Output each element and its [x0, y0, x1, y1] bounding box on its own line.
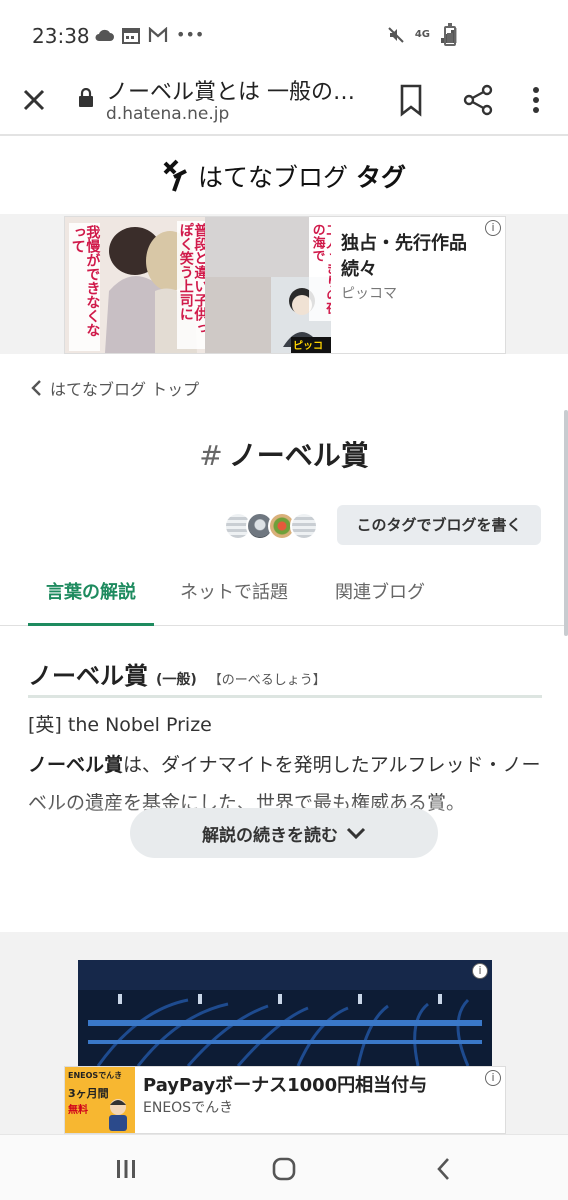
close-icon[interactable]: [16, 82, 52, 118]
ad-info-icon[interactable]: i: [472, 963, 488, 979]
read-more-button[interactable]: 解説の続きを読む: [130, 808, 438, 858]
manga-brand-label: ピッコマ: [291, 337, 331, 353]
eneos-thumbnail[interactable]: ENEOSでんき 3ヶ月間 無料: [65, 1067, 135, 1133]
lock-icon: [79, 88, 93, 107]
ad-manga-image[interactable]: 我慢ができなくなって 普段と違い子供っぽく笑う上司に 二人っきりの夜の海で ピッ…: [65, 217, 331, 353]
status-time: 23:38: [32, 24, 90, 48]
chevron-left-icon: [31, 380, 41, 396]
page-title-text[interactable]: ノーベル賞とは 一般の…: [106, 74, 376, 106]
active-tab-indicator: [28, 623, 154, 626]
manga-caption-3: 二人っきりの夜の海で: [309, 221, 331, 321]
eneos-thumb-period: 3ヶ月間: [68, 1087, 109, 1100]
server-room-image: [78, 960, 492, 1066]
write-blog-button[interactable]: このタグでブログを書く: [337, 505, 541, 545]
ad-top-card[interactable]: 我慢ができなくなって 普段と違い子供っぽく笑う上司に 二人っきりの夜の海で ピッ…: [64, 216, 506, 354]
url-domain[interactable]: d.hatena.ne.jp: [106, 104, 229, 124]
ad-server-image[interactable]: i: [78, 960, 492, 1066]
more-menu-icon[interactable]: [524, 82, 548, 118]
battery-icon: [444, 23, 456, 46]
term-name: ノーベル賞: [28, 662, 148, 690]
term-reading: 【のーべるしょう】: [208, 673, 326, 688]
cloud-icon: [95, 29, 114, 41]
gmail-icon: [148, 27, 168, 42]
browser-toolbar: ノーベル賞とは 一般の… d.hatena.ne.jp: [0, 66, 568, 136]
breadcrumb-label[interactable]: はてなブログ トップ: [50, 376, 199, 400]
scrollbar[interactable]: [564, 410, 568, 636]
recent-apps-icon[interactable]: [112, 1155, 140, 1183]
term-english: [英] the Nobel Prize: [28, 714, 212, 736]
manga-caption-2: 普段と違い子供っぽく笑う上司に: [177, 221, 209, 349]
site-logo-text: はてなブログ タグ: [198, 163, 406, 192]
ad-info-icon[interactable]: i: [485, 220, 501, 236]
manga-caption-1: 我慢ができなくなって: [69, 223, 101, 351]
ad-top: 我慢ができなくなって 普段と違い子供っぽく笑う上司に 二人っきりの夜の海で ピッ…: [0, 214, 568, 354]
chevron-down-icon: [346, 827, 366, 840]
eneos-thumb-free: 無料: [68, 1105, 88, 1116]
ad-banner-eneos[interactable]: ENEOSでんき 3ヶ月間 無料 PayPayボーナス1000円相当付与 ENE…: [64, 1066, 506, 1134]
term-header: ノーベル賞 (一般) 【のーべるしょう】: [28, 656, 542, 698]
bookmark-icon[interactable]: [396, 82, 426, 118]
read-more-label: 解説の続きを読む: [202, 825, 338, 846]
tag-title: # ノーベル賞: [0, 434, 568, 474]
tab-explanation[interactable]: 言葉の解説: [46, 578, 136, 604]
mute-icon: [388, 27, 404, 43]
back-icon[interactable]: [430, 1155, 458, 1183]
ad-banner-advertiser[interactable]: ENEOSでんき: [143, 1097, 233, 1117]
user-avatars[interactable]: [224, 512, 318, 540]
home-icon[interactable]: [270, 1155, 298, 1183]
ad-top-advertiser[interactable]: ピッコマ: [341, 283, 397, 303]
more-notifications-icon: •••: [176, 25, 205, 44]
tabs: 言葉の解説 ネットで話題 関連ブログ: [0, 566, 568, 626]
site-header[interactable]: はてなブログ タグ: [0, 138, 568, 214]
ad-top-title[interactable]: 独占・先行作品続々: [341, 231, 491, 283]
tab-related-blogs[interactable]: 関連ブログ: [335, 578, 425, 604]
avatar[interactable]: [290, 512, 318, 540]
eneos-character-image: [109, 1099, 127, 1131]
hatena-logo-icon: [163, 159, 187, 192]
eneos-thumb-brand: ENEOSでんき: [68, 1071, 123, 1080]
ad-info-icon[interactable]: i: [485, 1070, 501, 1086]
status-bar: 23:38 ••• 4G: [0, 0, 568, 66]
breadcrumb[interactable]: はてなブログ トップ: [30, 376, 199, 400]
tag-name: ノーベル賞: [228, 439, 369, 472]
term-category: (一般): [156, 672, 197, 688]
hash-icon: #: [199, 439, 223, 472]
system-nav-bar: [0, 1134, 568, 1200]
tab-trending[interactable]: ネットで話題: [180, 578, 288, 604]
share-icon[interactable]: [460, 82, 496, 118]
4g-icon: 4G: [414, 29, 430, 40]
ad-banner-title[interactable]: PayPayボーナス1000円相当付与: [143, 1071, 427, 1097]
calendar-icon: [122, 28, 140, 44]
